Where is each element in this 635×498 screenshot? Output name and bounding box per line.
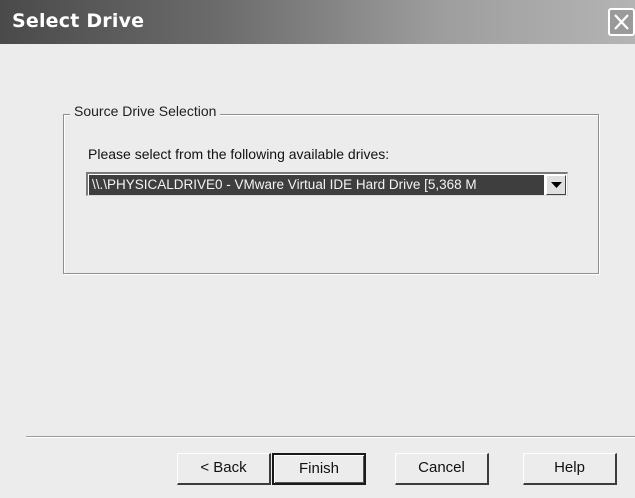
drive-prompt-label: Please select from the following availab… [88, 146, 390, 162]
close-button[interactable] [608, 8, 635, 36]
back-button[interactable]: < Back [177, 453, 271, 485]
close-icon [614, 14, 629, 30]
dropdown-arrow-button[interactable] [546, 175, 566, 195]
title-bar[interactable]: Select Drive [0, 0, 635, 44]
cancel-button[interactable]: Cancel [395, 453, 489, 485]
groupbox-legend: Source Drive Selection [70, 103, 221, 119]
drive-selected-value: \\.\PHYSICALDRIVE0 - VMware Virtual IDE … [89, 175, 544, 195]
window-title: Select Drive [12, 10, 145, 32]
select-drive-dialog: Select Drive Source Drive Selection Plea… [0, 0, 635, 498]
button-separator [26, 436, 635, 438]
finish-button[interactable]: Finish [272, 453, 366, 485]
chevron-down-icon [551, 182, 562, 188]
drive-dropdown[interactable]: \\.\PHYSICALDRIVE0 - VMware Virtual IDE … [86, 172, 568, 196]
help-button[interactable]: Help [523, 453, 617, 485]
